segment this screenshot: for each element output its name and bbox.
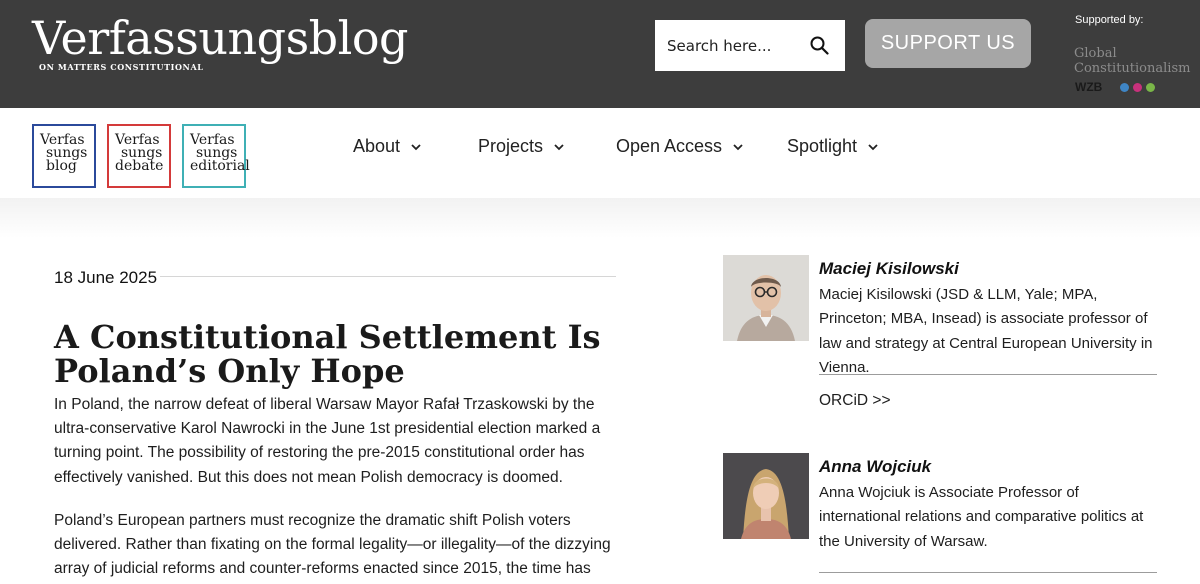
search-input[interactable] [667,36,803,55]
sponsor-org-row: WZB [1075,80,1156,94]
nav-spotlight[interactable]: Spotlight [787,136,879,157]
chevron-down-icon [868,143,878,150]
top-header: Verfassungsblog ON MATTERS CONSTITUTIONA… [0,0,1200,108]
author-name[interactable]: Anna Wojciuk [819,457,931,477]
chevron-down-icon [733,143,743,150]
sponsor-dots [1120,82,1156,92]
article-paragraph: Poland’s European partners must recogniz… [54,512,611,578]
chevron-down-icon [554,143,564,150]
sponsor-dot [1133,82,1143,92]
brand-line: blog [46,158,77,174]
nav-label: About [353,136,401,156]
sponsor-line-2: Constitutionalism [1074,61,1191,76]
author-photo [723,453,809,539]
brand-verfassungseditorial[interactable]: Verfas sungs editorial [182,124,250,188]
brand-line: debate [115,158,164,174]
author-bio: Maciej Kisilowski (JSD & LLM, Yale; MPA,… [819,286,1153,376]
date-divider [160,276,616,277]
article-title: A Constitutional Settlement Is Poland’s … [54,318,601,390]
site-logo[interactable]: Verfassungsblog ON MATTERS CONSTITUTIONA… [32,12,408,72]
article-date: 18 June 2025 [54,268,158,287]
sponsor-org: WZB [1075,80,1103,94]
nav-about[interactable]: About [353,136,422,157]
main-navbar: Verfas sungs blog Verfas sungs debate Ve… [0,108,1200,198]
search-box [655,20,845,71]
sponsor-dot [1120,82,1130,92]
chevron-down-icon [411,143,421,150]
sponsor-line-1: Global [1074,46,1117,61]
author-photo [723,255,809,341]
nav-open-access[interactable]: Open Access [616,136,744,157]
nav-label: Projects [478,136,544,156]
nav-projects[interactable]: Projects [478,136,565,157]
support-us-button[interactable]: SUPPORT US [865,19,1031,68]
portrait-icon [723,453,809,539]
sponsor-dot [1146,82,1156,92]
sponsor-logo[interactable]: Global Constitutionalism [1074,46,1190,76]
portrait-icon [723,255,809,341]
nav-shadow [0,198,1200,238]
article-paragraph: In Poland, the narrow defeat of liberal … [54,396,601,486]
orcid-link[interactable]: ORCiD >> [819,392,891,410]
author-bio: Anna Wojciuk is Associate Professor of i… [819,484,1144,550]
brand-line: editorial [190,158,250,174]
search-icon[interactable] [809,35,829,55]
nav-label: Open Access [616,136,723,156]
brand-verfassungsdebate[interactable]: Verfas sungs debate [107,124,171,188]
author-divider [819,572,1157,573]
supported-by-label: Supported by: [1075,14,1144,26]
logo-title: Verfassungsblog [32,11,408,65]
brand-verfassungsblog[interactable]: Verfas sungs blog [32,124,96,188]
author-name[interactable]: Maciej Kisilowski [819,259,959,279]
author-divider [819,374,1157,375]
nav-label: Spotlight [787,136,858,156]
